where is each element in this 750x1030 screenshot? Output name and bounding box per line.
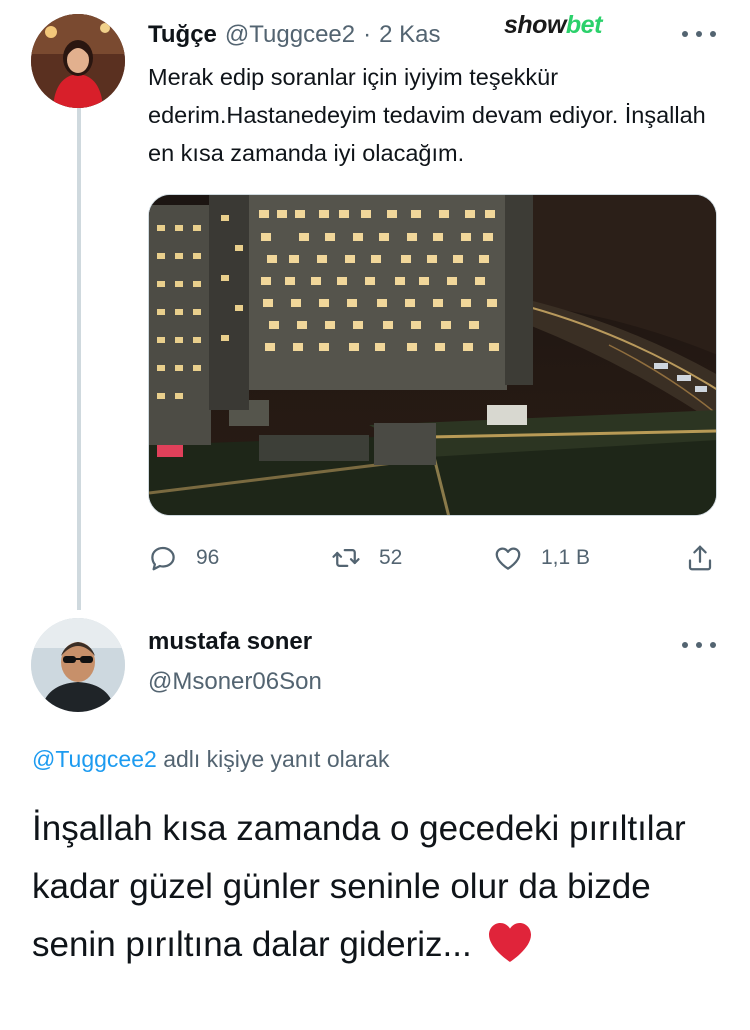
tweet-text: İnşallah kısa zamanda o gecedeki pırıltı… xyxy=(32,800,732,982)
user-handle[interactable]: @Msoner06Son xyxy=(148,668,322,696)
tweet-actions: 96 52 1,1 B xyxy=(148,536,723,580)
share-button[interactable] xyxy=(685,536,715,580)
retweet-count: 52 xyxy=(379,546,403,569)
display-name[interactable]: mustafa soner xyxy=(148,628,312,656)
user-handle[interactable]: @Tuggcee2 xyxy=(225,21,355,49)
like-icon xyxy=(495,547,521,570)
watermark-logo: showbet xyxy=(504,11,602,40)
retweet-button[interactable]: 52 xyxy=(331,536,402,580)
tweet-text-body: İnşallah kısa zamanda o gecedeki pırıltı… xyxy=(32,809,686,964)
display-name[interactable]: Tuğçe xyxy=(148,21,217,49)
avatar[interactable] xyxy=(31,14,125,108)
reply-icon xyxy=(151,546,175,571)
watermark-part1: show xyxy=(504,11,566,39)
tweet-media-image[interactable] xyxy=(148,194,717,516)
more-icon[interactable] xyxy=(682,24,716,44)
avatar[interactable] xyxy=(31,618,125,712)
like-count: 1,1 B xyxy=(541,546,591,569)
like-button[interactable]: 1,1 B xyxy=(493,536,590,580)
separator-dot: · xyxy=(363,21,372,48)
reply-context: @Tuggcee2 adlı kişiye yanıt olarak xyxy=(32,746,389,773)
tweet-text: Merak edip soranlar için iyiyim teşekkür… xyxy=(148,64,706,166)
retweet-icon xyxy=(332,549,360,567)
mention-link[interactable]: @Tuggcee2 xyxy=(32,746,157,772)
red-heart-icon xyxy=(485,920,535,982)
tweet-date[interactable]: 2 Kas xyxy=(379,21,440,49)
watermark-part2: bet xyxy=(565,11,603,39)
share-icon xyxy=(688,545,712,571)
more-icon[interactable] xyxy=(682,635,716,655)
reply-count: 96 xyxy=(196,546,220,569)
reply-context-label: adlı kişiye yanıt olarak xyxy=(163,746,390,772)
tweet-header: Tuğçe @Tuggcee2 · 2 Kas xyxy=(148,18,441,52)
reply-button[interactable]: 96 xyxy=(148,536,219,580)
thread-connector-line xyxy=(77,108,81,610)
